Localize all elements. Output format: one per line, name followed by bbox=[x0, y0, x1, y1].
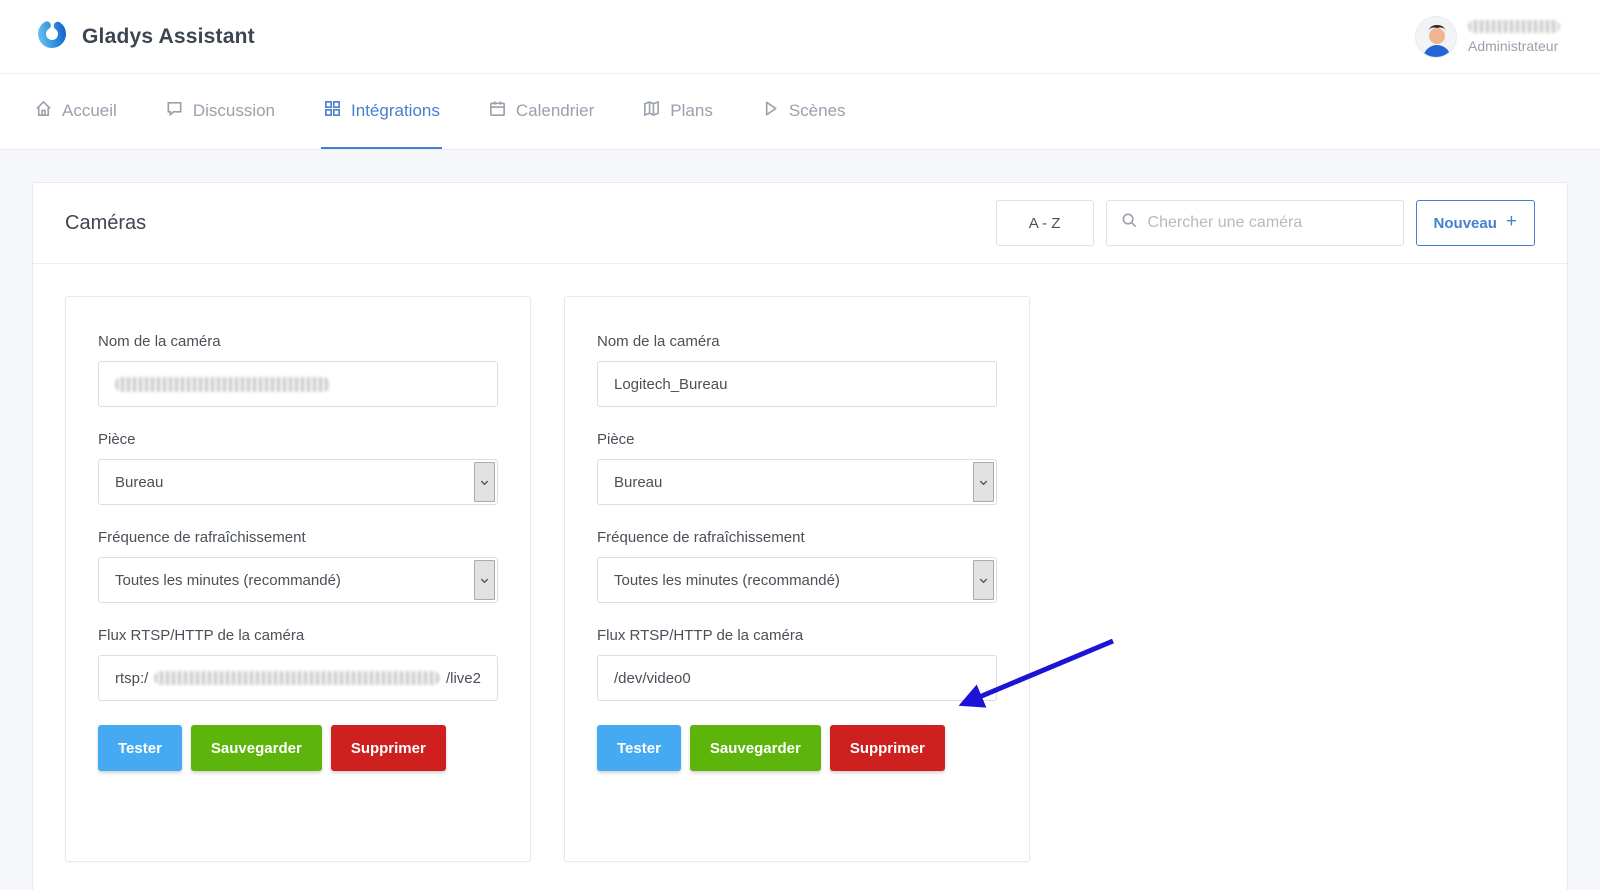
nav-label: Plans bbox=[670, 100, 713, 120]
chevron-down-icon bbox=[973, 462, 994, 502]
gladys-logo-icon bbox=[36, 18, 68, 55]
camera2-room-select[interactable]: Bureau bbox=[597, 459, 997, 505]
app-title: Gladys Assistant bbox=[82, 24, 255, 48]
nav-label: Intégrations bbox=[351, 100, 440, 120]
stream-prefix: rtsp:/ bbox=[115, 669, 149, 687]
chevron-down-icon bbox=[474, 462, 495, 502]
camera1-frequency-select[interactable]: Toutes les minutes (recommandé) bbox=[98, 557, 498, 603]
frequency-selected-value: Toutes les minutes (recommandé) bbox=[115, 571, 341, 589]
cameras-panel-header: Caméras A - Z Nouveau + bbox=[33, 183, 1567, 264]
chevron-down-icon bbox=[474, 560, 495, 600]
room-selected-value: Bureau bbox=[115, 473, 164, 491]
save-button[interactable]: Sauvegarder bbox=[190, 725, 322, 771]
play-icon bbox=[761, 99, 780, 123]
nav-tab-discussion[interactable]: Discussion bbox=[163, 74, 277, 149]
brand[interactable]: Gladys Assistant bbox=[36, 18, 255, 55]
save-button[interactable]: Sauvegarder bbox=[689, 725, 821, 771]
nav-tab-integrations[interactable]: Intégrations bbox=[321, 74, 442, 149]
cameras-panel: Caméras A - Z Nouveau + bbox=[32, 182, 1568, 890]
main-nav: Accueil Discussion Intégrations Calendri… bbox=[0, 74, 1600, 150]
camera2-frequency-select[interactable]: Toutes les minutes (recommandé) bbox=[597, 557, 997, 603]
camera2-name-input[interactable] bbox=[597, 361, 997, 407]
camera1-room-select[interactable]: Bureau bbox=[98, 459, 498, 505]
map-icon bbox=[642, 99, 661, 123]
camera-search-box[interactable] bbox=[1105, 200, 1404, 246]
user-menu[interactable]: Administrateur bbox=[1415, 15, 1560, 58]
stream-label: Flux RTSP/HTTP de la caméra bbox=[597, 627, 804, 644]
plus-icon: + bbox=[1505, 211, 1517, 232]
nav-tab-accueil[interactable]: Accueil bbox=[32, 74, 119, 149]
room-label: Pièce bbox=[98, 431, 136, 448]
delete-button[interactable]: Supprimer bbox=[829, 725, 945, 771]
home-icon bbox=[34, 99, 53, 123]
camera-search-input[interactable] bbox=[1147, 214, 1389, 232]
nav-label: Calendrier bbox=[515, 100, 595, 120]
camera1-stream-redacted bbox=[154, 671, 440, 685]
frequency-label: Fréquence de rafraîchissement bbox=[98, 529, 306, 546]
user-role: Administrateur bbox=[1468, 37, 1559, 54]
delete-button[interactable]: Supprimer bbox=[330, 725, 446, 771]
room-label: Pièce bbox=[597, 431, 635, 448]
new-camera-button[interactable]: Nouveau + bbox=[1415, 200, 1535, 246]
stream-suffix: /live2 bbox=[445, 669, 481, 687]
user-name-redacted bbox=[1468, 19, 1560, 33]
grid-icon bbox=[323, 99, 342, 123]
camera1-stream-input[interactable]: rtsp:/ /live2 bbox=[98, 655, 498, 701]
frequency-selected-value: Toutes les minutes (recommandé) bbox=[614, 571, 840, 589]
room-selected-value: Bureau bbox=[614, 473, 663, 491]
sort-az-button[interactable]: A - Z bbox=[995, 200, 1094, 246]
test-button[interactable]: Tester bbox=[597, 725, 681, 771]
nav-label: Accueil bbox=[62, 100, 117, 120]
camera-card-2: Nom de la caméra Pièce Bureau Fréquence … bbox=[564, 296, 1030, 862]
camera1-name-redacted bbox=[115, 376, 330, 392]
search-icon bbox=[1121, 212, 1138, 234]
camera2-stream-input[interactable] bbox=[597, 655, 997, 701]
camera-name-label: Nom de la caméra bbox=[98, 333, 221, 350]
calendar-icon bbox=[488, 99, 507, 123]
new-camera-label: Nouveau bbox=[1433, 214, 1497, 232]
camera-card-1: Nom de la caméra Pièce Bureau Fréquence … bbox=[65, 296, 531, 862]
nav-label: Scènes bbox=[788, 100, 846, 120]
user-avatar bbox=[1415, 15, 1457, 58]
frequency-label: Fréquence de rafraîchissement bbox=[597, 529, 805, 546]
test-button[interactable]: Tester bbox=[98, 725, 182, 771]
nav-tab-plans[interactable]: Plans bbox=[640, 74, 715, 149]
nav-label: Discussion bbox=[192, 100, 276, 120]
app-header: Gladys Assistant Administrateur bbox=[0, 0, 1600, 74]
page-title: Caméras bbox=[65, 211, 147, 234]
nav-tab-scenes[interactable]: Scènes bbox=[759, 74, 848, 149]
stream-label: Flux RTSP/HTTP de la caméra bbox=[98, 627, 305, 644]
camera1-name-input[interactable] bbox=[98, 361, 498, 407]
chevron-down-icon bbox=[973, 560, 994, 600]
nav-tab-calendrier[interactable]: Calendrier bbox=[486, 74, 596, 149]
camera-name-label: Nom de la caméra bbox=[597, 333, 720, 350]
message-icon bbox=[165, 99, 184, 123]
